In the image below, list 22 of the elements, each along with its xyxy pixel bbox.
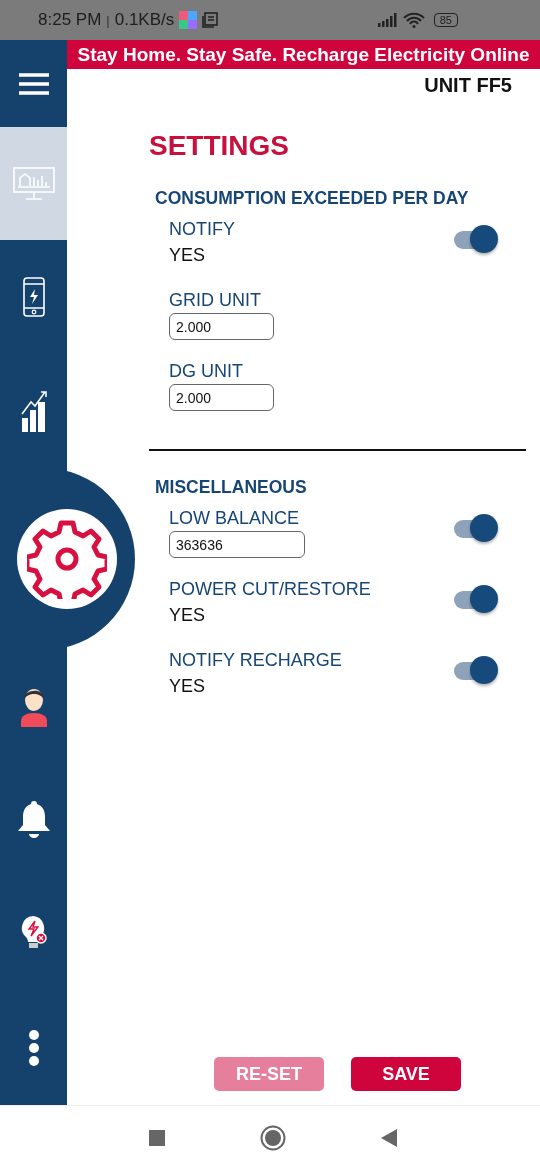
status-time: 8:25 PM bbox=[38, 10, 102, 30]
section-heading: CONSUMPTION EXCEEDED PER DAY bbox=[155, 188, 470, 209]
banner: Stay Home. Stay Safe. Recharge Electricity Online bbox=[67, 40, 540, 69]
page-title: SETTINGS bbox=[149, 130, 290, 162]
setting-value: YES bbox=[169, 675, 206, 698]
input-field[interactable]: 2.000 bbox=[169, 384, 274, 411]
setting-label: DG UNIT bbox=[169, 360, 243, 383]
setting-label: NOTIFY bbox=[169, 218, 235, 241]
setting-value: YES bbox=[169, 604, 206, 627]
setting-label: LOW BALANCE bbox=[169, 507, 300, 530]
setting-label: POWER CUT/RESTORE bbox=[169, 578, 371, 601]
battery-indicator: 85 bbox=[433, 13, 458, 27]
setting-value: YES bbox=[169, 244, 206, 267]
status-separator: | bbox=[106, 12, 110, 28]
save-button[interactable]: SAVE bbox=[351, 1057, 461, 1091]
section-heading: MISCELLANEOUS bbox=[155, 477, 308, 498]
input-field[interactable]: 2.000 bbox=[169, 313, 274, 340]
setting-label: GRID UNIT bbox=[169, 289, 261, 312]
network-speed: 0.1KB/s bbox=[114, 10, 175, 30]
setting-label: NOTIFY RECHARGE bbox=[169, 649, 342, 672]
unit-label: UNIT FF5 bbox=[424, 74, 512, 97]
input-field[interactable]: 363636 bbox=[169, 531, 305, 558]
